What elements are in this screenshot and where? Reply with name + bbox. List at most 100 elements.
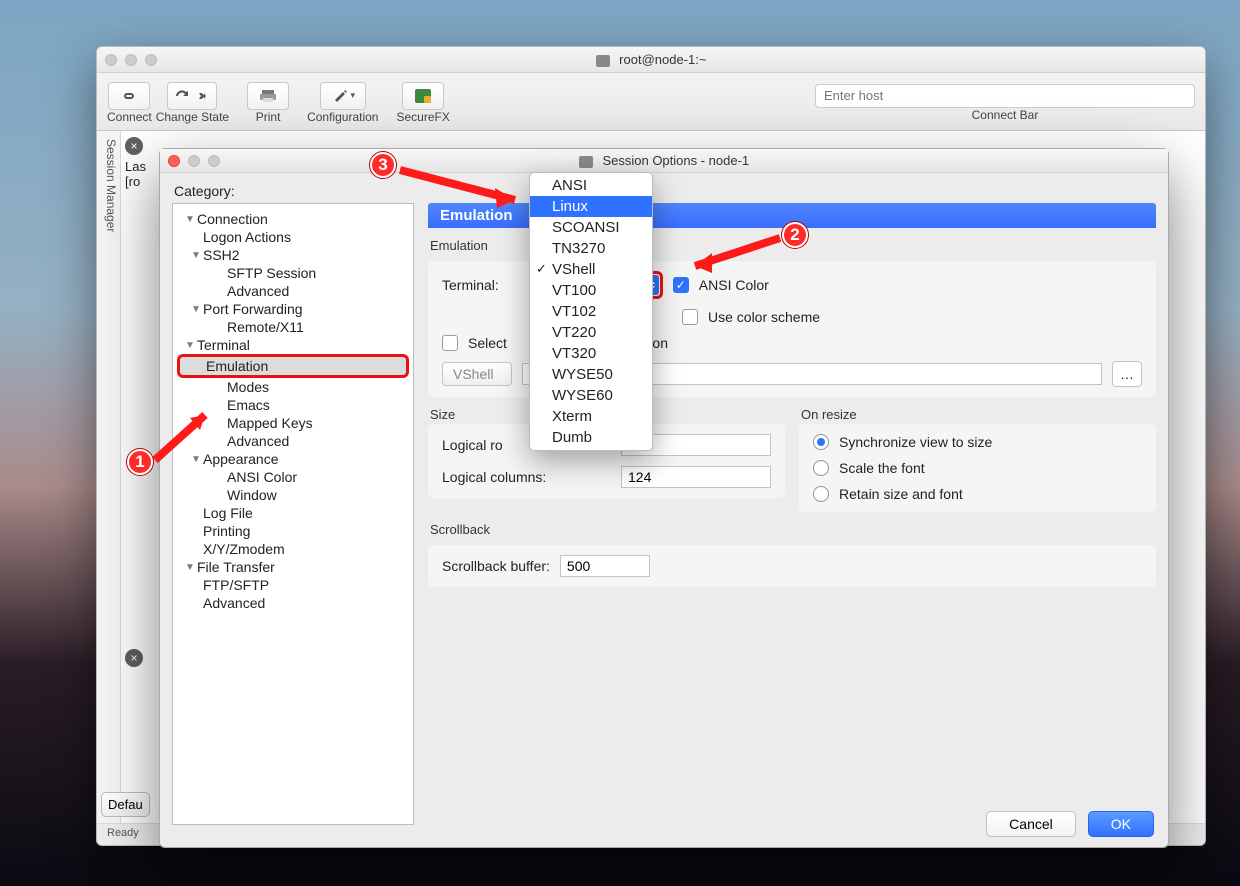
category-tree[interactable]: ▼Connection Logon Actions ▼SSH2 SFTP Ses… (172, 203, 414, 825)
main-toolbar: Connect Change State Print (97, 73, 1205, 131)
category-heading: Category: (160, 173, 1168, 203)
logical-columns-input[interactable] (621, 466, 771, 488)
terminal-option-linux[interactable]: Linux (530, 196, 652, 217)
scrollback-label: Scrollback buffer: (442, 558, 550, 574)
tools-icon (331, 87, 351, 105)
disconnect-icon (192, 87, 212, 105)
resize-retain-radio[interactable] (813, 486, 829, 502)
tree-mapped-keys[interactable]: Mapped Keys (173, 414, 413, 432)
connect-bar-label: Connect Bar (972, 108, 1039, 122)
resize-scale-radio[interactable] (813, 460, 829, 476)
logical-columns-label: Logical columns: (442, 469, 546, 485)
on-resize-group: Synchronize view to size Scale the font … (799, 424, 1156, 512)
main-window-title: root@node-1:~ (97, 52, 1205, 67)
dialog-footer: Cancel OK (986, 811, 1154, 837)
connect-label: Connect (107, 110, 152, 124)
reconnect-icon (172, 87, 192, 105)
tree-advanced[interactable]: Advanced (173, 282, 413, 300)
terminal-option-ansi[interactable]: ANSI (530, 175, 652, 196)
print-label: Print (256, 110, 281, 124)
chevron-down-icon: ▾ (351, 90, 356, 101)
on-resize-group-title: On resize (801, 407, 1154, 422)
terminal-option-vt102[interactable]: VT102 (530, 301, 652, 322)
tree-advanced[interactable]: Advanced (173, 432, 413, 450)
terminal-option-vt320[interactable]: VT320 (530, 343, 652, 364)
tab-close-icon[interactable]: × (125, 137, 143, 155)
terminal-option-wyse60[interactable]: WYSE60 (530, 385, 652, 406)
terminal-label: Terminal: (442, 277, 499, 293)
tree-xyzmodem[interactable]: X/Y/Zmodem (173, 540, 413, 558)
tree-emulation-selected[interactable]: Emulation (177, 354, 409, 378)
resize-sync-radio[interactable] (813, 434, 829, 450)
dialog-title-label: Session Options - node-1 (602, 153, 749, 168)
link-icon (119, 87, 139, 105)
scrollback-input[interactable] (560, 555, 650, 577)
terminal-option-vt220[interactable]: VT220 (530, 322, 652, 343)
scrollback-group-title: Scrollback (430, 522, 1154, 537)
terminal-area[interactable]: × Las [ro × (121, 131, 161, 823)
connect-button[interactable] (108, 82, 150, 110)
terminal-option-vt100[interactable]: VT100 (530, 280, 652, 301)
terminal-type-dropdown[interactable]: ANSILinuxSCOANSITN3270VShellVT100VT102VT… (529, 172, 653, 451)
configuration-button[interactable]: ▾ (320, 82, 367, 110)
dialog-title: Session Options - node-1 (160, 153, 1168, 168)
tree-sftp-session[interactable]: SFTP Session (173, 264, 413, 282)
logical-rows-label: Logical ro (442, 437, 503, 453)
terminal-icon (579, 156, 593, 168)
securefx-icon (413, 87, 433, 105)
main-titlebar[interactable]: root@node-1:~ (97, 47, 1205, 73)
tree-window[interactable]: Window (173, 486, 413, 504)
securefx-button[interactable] (402, 82, 444, 110)
resize-sync-label: Synchronize view to size (839, 434, 992, 450)
tree-port-forwarding[interactable]: ▼Port Forwarding (173, 300, 413, 318)
close-icon[interactable]: × (125, 649, 143, 667)
terminal-option-tn3270[interactable]: TN3270 (530, 238, 652, 259)
browse-button[interactable]: … (1112, 361, 1142, 387)
resize-scale-label: Scale the font (839, 460, 925, 476)
select-keyboard-checkbox[interactable] (442, 335, 458, 351)
scrollback-group: Scrollback buffer: (428, 545, 1156, 587)
resize-retain-label: Retain size and font (839, 486, 963, 502)
terminal-option-dumb[interactable]: Dumb (530, 427, 652, 448)
title-label: root@node-1:~ (619, 52, 706, 67)
change-state-label: Change State (156, 110, 229, 124)
terminal-option-wyse50[interactable]: WYSE50 (530, 364, 652, 385)
terminal-option-scoansi[interactable]: SCOANSI (530, 217, 652, 238)
ok-button[interactable]: OK (1088, 811, 1154, 837)
printer-icon (258, 87, 278, 105)
tree-terminal[interactable]: ▼Terminal (173, 336, 413, 354)
keyboard-emulation-select[interactable]: VShell (442, 362, 512, 386)
tree-logon-actions[interactable]: Logon Actions (173, 228, 413, 246)
tree-file-transfer[interactable]: ▼File Transfer (173, 558, 413, 576)
tree-log-file[interactable]: Log File (173, 504, 413, 522)
tree-ssh2[interactable]: ▼SSH2 (173, 246, 413, 264)
tree-appearance[interactable]: ▼Appearance (173, 450, 413, 468)
terminal-option-xterm[interactable]: Xterm (530, 406, 652, 427)
tree-ansi-color[interactable]: ANSI Color (173, 468, 413, 486)
tree-emacs[interactable]: Emacs (173, 396, 413, 414)
print-button[interactable] (247, 82, 289, 110)
cancel-button[interactable]: Cancel (986, 811, 1076, 837)
configuration-label: Configuration (307, 110, 378, 124)
tree-remote-x11[interactable]: Remote/X11 (173, 318, 413, 336)
terminal-icon (596, 55, 610, 67)
securefx-label: SecureFX (396, 110, 449, 124)
change-state-button[interactable] (167, 82, 217, 110)
session-options-dialog: Session Options - node-1 Category: ▼Conn… (159, 148, 1169, 848)
tree-connection[interactable]: ▼Connection (173, 210, 413, 228)
ansi-color-checkbox[interactable]: ✓ (673, 277, 689, 293)
session-manager-tab[interactable]: Session Manager (97, 131, 121, 823)
terminal-line: Las (125, 159, 157, 174)
tree-advanced[interactable]: Advanced (173, 594, 413, 612)
tree-modes[interactable]: Modes (173, 378, 413, 396)
terminal-option-vshell[interactable]: VShell (530, 259, 652, 280)
use-color-scheme-checkbox[interactable] (682, 309, 698, 325)
defaults-button[interactable]: Defau (101, 792, 150, 817)
tree-ftp-sftp[interactable]: FTP/SFTP (173, 576, 413, 594)
use-color-scheme-label: Use color scheme (708, 309, 820, 325)
terminal-line: [ro (125, 174, 157, 189)
enter-host-input[interactable] (815, 84, 1195, 108)
tree-printing[interactable]: Printing (173, 522, 413, 540)
ansi-color-label: ANSI Color (699, 277, 769, 293)
dialog-titlebar[interactable]: Session Options - node-1 (160, 149, 1168, 173)
